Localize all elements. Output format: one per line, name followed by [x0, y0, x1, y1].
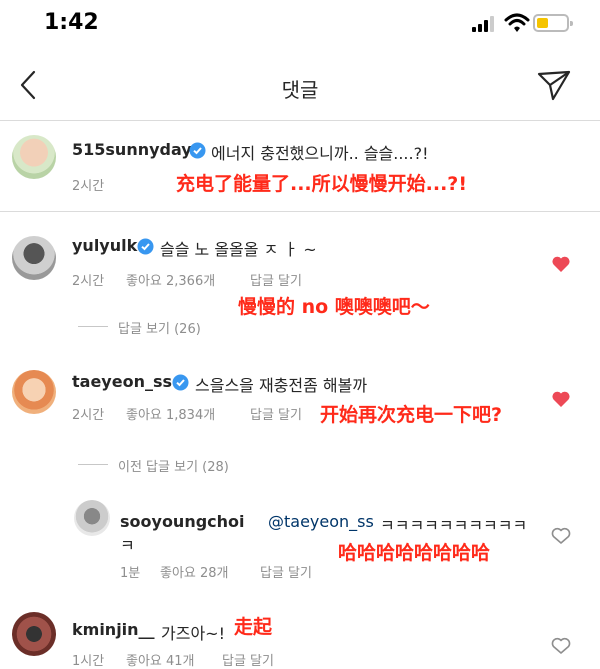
comment-username[interactable]: kminjin__: [72, 620, 155, 639]
comment-username[interactable]: yulyulk: [72, 236, 137, 255]
comment-likes[interactable]: 좋아요 2,366개: [126, 270, 215, 289]
comment-text: 슬슬 노 올올올 ㅈ ㅏ ~: [160, 240, 317, 259]
comment-translation: 走起: [234, 616, 273, 638]
reply-button[interactable]: 답글 달기: [222, 650, 274, 669]
verified-badge-icon: [172, 374, 189, 391]
reply-username[interactable]: sooyoungchoi: [120, 512, 245, 531]
reply-button[interactable]: 답글 달기: [260, 562, 312, 581]
comment-time: 2시간: [72, 274, 105, 289]
reply-mention[interactable]: @taeyeon_ss: [268, 512, 374, 531]
status-bar: 1:42: [0, 0, 600, 50]
divider: [78, 464, 108, 465]
verified-badge-icon: [137, 238, 154, 255]
send-direct-button[interactable]: [536, 68, 572, 102]
avatar[interactable]: [12, 236, 56, 280]
caption-username[interactable]: 515sunnyday: [72, 140, 192, 159]
view-replies-button[interactable]: 답글 보기 (26): [118, 318, 201, 337]
nav-bar: 댓글: [0, 50, 600, 121]
comment-text: 스을스을 재충전좀 해볼까: [195, 376, 368, 395]
avatar[interactable]: [12, 135, 56, 179]
avatar[interactable]: [12, 612, 56, 656]
caption-time: 2시간: [72, 179, 105, 194]
battery-icon: [533, 14, 573, 32]
avatar[interactable]: [74, 500, 110, 536]
caption-translation: 充电了能量了...所以慢慢开始...?!: [176, 173, 467, 195]
comment-translation: 慢慢的 no 噢噢噢吧～: [238, 296, 430, 318]
reply-text-continued: ㅋ: [120, 536, 135, 555]
comment-time: 2시간: [72, 408, 105, 423]
heart-outline-icon[interactable]: [551, 527, 571, 545]
heart-outline-icon[interactable]: [551, 637, 571, 655]
reply-translation: 哈哈哈哈哈哈哈哈: [338, 542, 491, 564]
post-caption: 515sunnyday 에너지 충전했으니까.. 슬슬....?! 2시간 充电…: [0, 121, 600, 212]
divider: [78, 326, 108, 327]
comment-likes[interactable]: 좋아요 41개: [126, 650, 195, 669]
heart-liked-icon[interactable]: [551, 390, 571, 408]
comment-translation: 开始再次充电一下吧?: [320, 404, 503, 426]
reply-time: 1분: [120, 566, 141, 581]
page-title: 댓글: [281, 78, 319, 102]
heart-liked-icon[interactable]: [551, 255, 571, 273]
reply-likes[interactable]: 좋아요 28개: [160, 562, 229, 581]
status-time: 1:42: [44, 10, 99, 35]
avatar[interactable]: [12, 370, 56, 414]
wifi-icon: [504, 13, 530, 32]
comment-likes[interactable]: 좋아요 1,834개: [126, 404, 215, 423]
view-previous-replies-button[interactable]: 이전 답글 보기 (28): [118, 456, 229, 475]
cellular-signal-icon: [472, 16, 498, 32]
reply-button[interactable]: 답글 달기: [250, 404, 302, 423]
verified-badge-icon: [189, 142, 206, 159]
reply-button[interactable]: 답글 달기: [250, 270, 302, 289]
caption-text: 에너지 충전했으니까.. 슬슬....?!: [211, 144, 429, 163]
reply-text: ㅋㅋㅋㅋㅋㅋㅋㅋㅋㅋ: [380, 516, 528, 535]
comment-time: 1시간: [72, 654, 105, 669]
comment-text: 가즈아~!: [161, 624, 225, 643]
comment-username[interactable]: taeyeon_ss: [72, 372, 172, 391]
